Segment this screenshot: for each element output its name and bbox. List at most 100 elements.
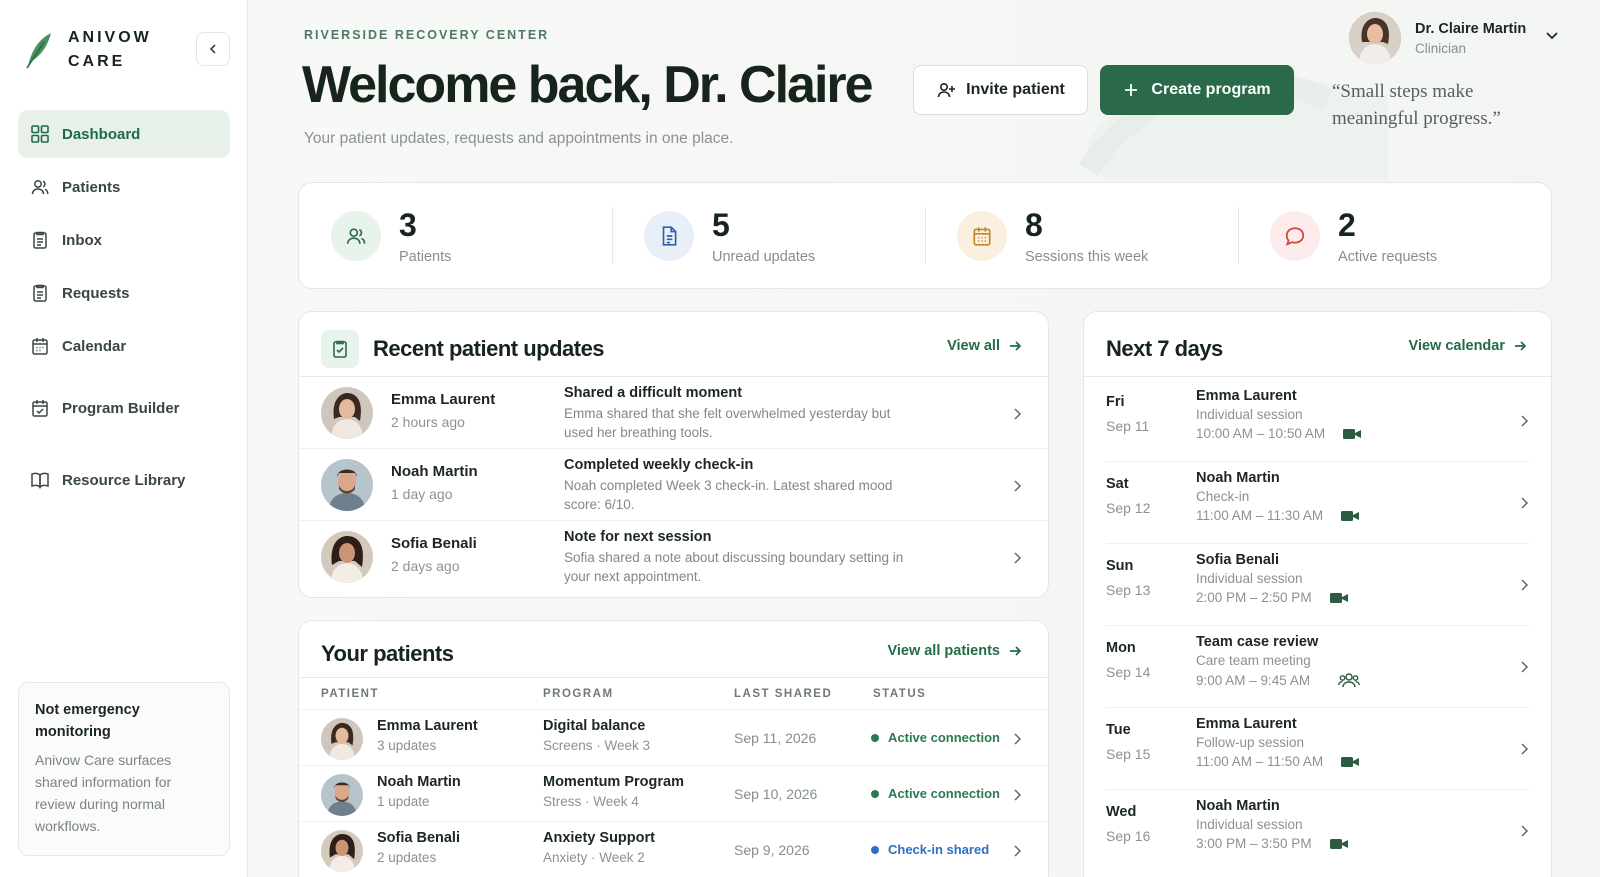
sidebar-item-patients[interactable]: Patients: [18, 163, 230, 211]
arrow-right-icon: [1515, 341, 1527, 351]
chevron-right-icon: [1014, 733, 1022, 745]
status-dot: [871, 845, 879, 854]
table-header: PATIENT PROGRAM LAST SHARED STATUS: [299, 677, 1048, 709]
status-label: Active connection: [888, 730, 1000, 745]
video-icon: [1341, 756, 1360, 767]
schedule-item[interactable]: Fri Sep 11 Emma Laurent Individual sessio…: [1106, 380, 1529, 462]
create-program-label: Create program: [1151, 81, 1271, 98]
page-subtitle: Your patient updates, requests and appoi…: [304, 130, 734, 147]
emergency-notice: Not emergency monitoring Anivow Care sur…: [18, 682, 230, 856]
status-dot: [871, 789, 879, 798]
invite-patient-label: Invite patient: [966, 81, 1065, 98]
next-7-days-card: Next 7 days View calendar Fri Sep 11 Emma…: [1083, 311, 1552, 877]
your-patients-card: Your patients View all patients PATIENT …: [298, 620, 1049, 877]
update-time: 2 days ago: [391, 558, 460, 574]
schedule-item[interactable]: Wed Sep 16 Noah Martin Individual session…: [1106, 790, 1529, 872]
avatar-portrait-icon: [321, 531, 373, 583]
list-item[interactable]: Noah Martin 1 day ago Completed weekly c…: [299, 448, 1048, 520]
collapse-sidebar-button[interactable]: [196, 32, 230, 66]
view-calendar-link[interactable]: View calendar: [1409, 338, 1527, 354]
list-item[interactable]: Emma Laurent 2 hours ago Shared a diffic…: [299, 376, 1048, 448]
calendar-icon: [973, 226, 991, 246]
event-time: 9:00 AM – 9:45 AM: [1196, 672, 1311, 688]
sidebar-nav: Dashboard Patients Inbox Requests Calend…: [18, 110, 230, 509]
chevron-right-icon: [1521, 579, 1529, 591]
notice-body: Anivow Care surfaces shared information …: [35, 752, 172, 834]
stat-active-requests[interactable]: 2 Active requests: [1238, 183, 1551, 288]
main-content: RIVERSIDE RECOVERY CENTER Welcome back, …: [248, 0, 1600, 877]
avatar: [321, 459, 373, 511]
arrow-right-icon: [1010, 646, 1022, 656]
event-time: 11:00 AM – 11:30 AM: [1196, 508, 1324, 523]
sidebar-item-label: Resource Library: [62, 471, 186, 489]
program-detail: Screens · Week 3: [543, 738, 651, 753]
schedule-item[interactable]: Tue Sep 15 Emma Laurent Follow-up session…: [1106, 708, 1529, 790]
user-profile-menu[interactable]: Dr. Claire Martin Clinician: [1349, 12, 1526, 64]
sidebar-item-label: Dashboard: [62, 125, 141, 143]
card-title: Your patients: [321, 641, 454, 666]
sidebar-item-label: Requests: [62, 284, 130, 302]
avatar-portrait-icon: [321, 774, 363, 816]
avatar-portrait-icon: [321, 459, 373, 511]
avatar-portrait-icon: [321, 718, 363, 760]
sidebar-item-resource-library[interactable]: Resource Library: [18, 456, 230, 504]
event-time: 10:00 AM – 10:50 AM: [1196, 426, 1326, 441]
stat-label: Active requests: [1338, 248, 1438, 265]
schedule-item[interactable]: Mon Sep 14 Team case review Care team mee…: [1106, 626, 1529, 708]
stat-sessions-week[interactable]: 8 Sessions this week: [925, 183, 1238, 288]
chevron-left-icon: [209, 44, 216, 54]
last-shared-date: Sep 10, 2026: [734, 786, 818, 802]
invite-patient-button[interactable]: Invite patient: [913, 65, 1088, 115]
avatar-portrait-icon: [1349, 12, 1401, 64]
sidebar-item-requests[interactable]: Requests: [18, 269, 230, 317]
stat-icon-wrapper: [331, 210, 381, 261]
chevron-right-icon: [1014, 845, 1022, 857]
stat-patients[interactable]: 3 Patients: [299, 183, 612, 288]
chevron-right-icon: [1521, 743, 1529, 755]
divider: [1084, 376, 1551, 377]
table-row[interactable]: Emma Laurent 3 updates Digital balance Scr…: [299, 709, 1048, 765]
stat-icon-wrapper: [1270, 210, 1320, 261]
users-icon: [346, 227, 366, 244]
chevron-right-icon: [1521, 497, 1529, 509]
sidebar-item-inbox[interactable]: Inbox: [18, 216, 230, 264]
view-all-patients-link[interactable]: View all patients: [887, 643, 1022, 659]
document-icon: [662, 225, 677, 246]
day-date: Sep 12: [1106, 500, 1151, 516]
schedule-item[interactable]: Sat Sep 12 Noah Martin Check-in 11:00 AM …: [1106, 462, 1529, 544]
column-header: PROGRAM: [543, 688, 614, 700]
sidebar-item-program-builder[interactable]: Program Builder: [18, 384, 230, 432]
chevron-right-icon: [1521, 415, 1529, 427]
table-row[interactable]: Noah Martin 1 update Momentum Program Stre…: [299, 765, 1048, 821]
chat-bubble-icon: [1285, 226, 1305, 246]
event-title: Noah Martin: [1196, 798, 1280, 814]
brand-logo[interactable]: ANIVOW CARE: [24, 26, 152, 74]
event-time: 2:00 PM – 2:50 PM: [1196, 590, 1312, 605]
chevron-down-icon[interactable]: [1545, 28, 1559, 42]
sidebar-item-calendar[interactable]: Calendar: [18, 322, 230, 370]
program-name: Digital balance: [543, 718, 646, 734]
sidebar-item-dashboard[interactable]: Dashboard: [18, 110, 230, 158]
event-type: Follow-up session: [1196, 735, 1305, 750]
avatar: [1349, 12, 1401, 64]
brand-name: ANIVOW CARE: [68, 29, 152, 70]
patient-name: Noah Martin: [391, 463, 478, 480]
chevron-right-icon: [1014, 789, 1022, 801]
stat-unread-updates[interactable]: 5 Unread updates: [612, 183, 925, 288]
patient-name: Sofia Benali: [377, 830, 460, 846]
table-row[interactable]: Sofia Benali 2 updates Anxiety Support Anx…: [299, 821, 1048, 877]
update-title: Note for next session: [564, 529, 712, 545]
list-item[interactable]: Sofia Benali 2 days ago Note for next se…: [299, 520, 1048, 592]
sidebar-item-label: Inbox: [62, 231, 102, 249]
day-name: Fri: [1106, 394, 1125, 410]
schedule-item[interactable]: Sun Sep 13 Sofia Benali Individual sessio…: [1106, 544, 1529, 626]
day-date: Sep 13: [1106, 582, 1151, 598]
sidebar-item-label: Program Builder: [62, 399, 180, 417]
view-all-updates-link[interactable]: View all: [947, 338, 1022, 354]
stat-icon-wrapper: [644, 210, 694, 261]
link-label: View calendar: [1408, 338, 1505, 354]
create-program-button[interactable]: Create program: [1100, 65, 1294, 115]
sidebar: ANIVOW CARE Dashboard Patients Inbox Req…: [0, 0, 248, 877]
stat-label: Unread updates: [712, 248, 816, 265]
update-count: 2 updates: [377, 850, 437, 865]
